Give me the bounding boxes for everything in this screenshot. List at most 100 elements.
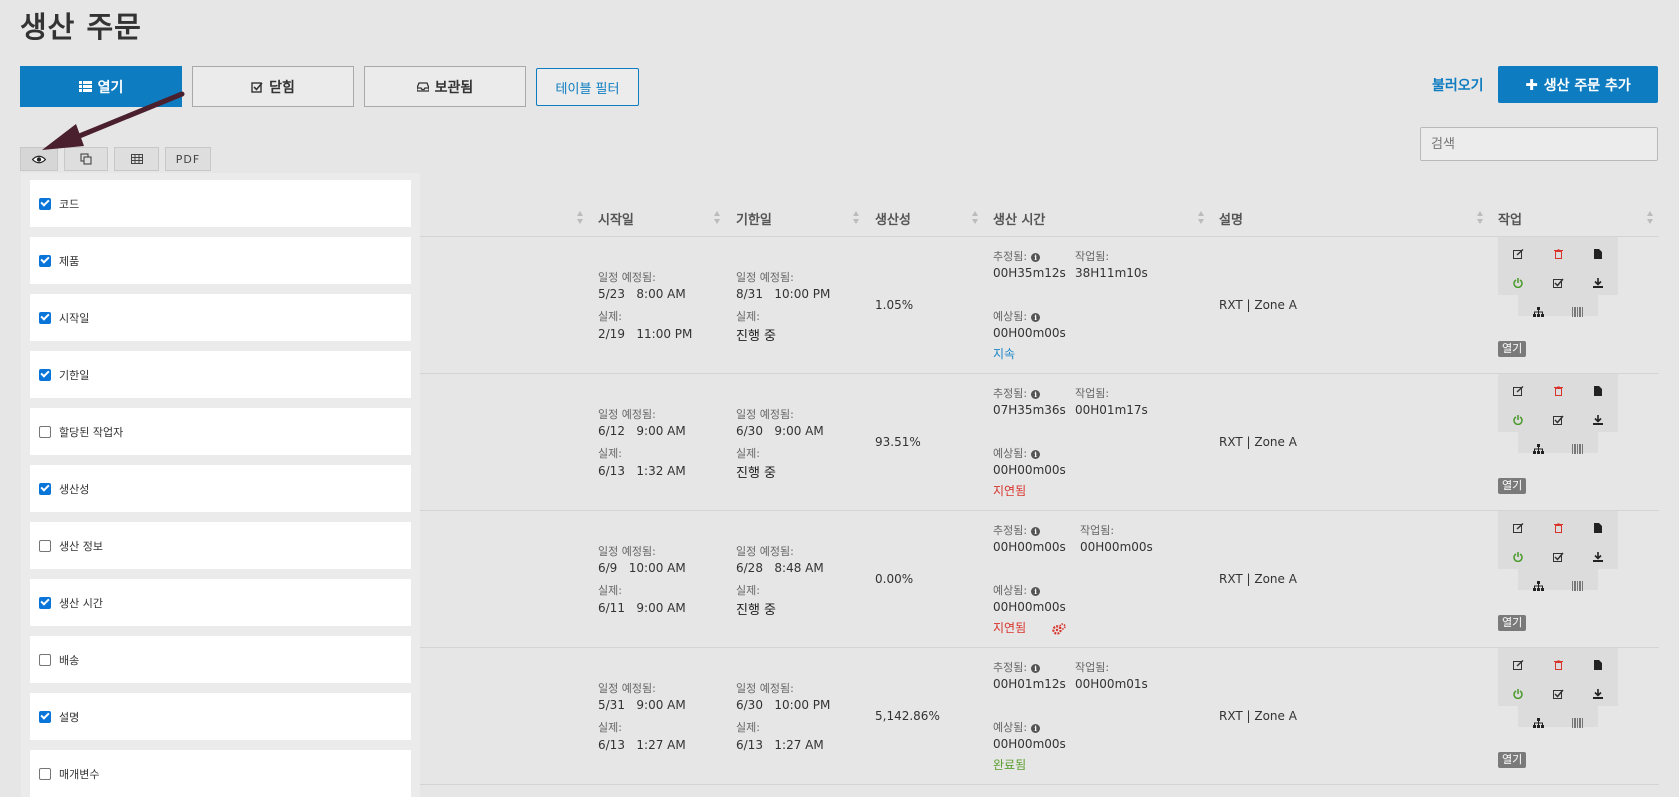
due-scheduled-value: 6/28 8:48 AM — [736, 561, 824, 575]
header-description[interactable]: 설명 — [1219, 209, 1243, 228]
sitemap-icon[interactable] — [1532, 306, 1544, 318]
column-option[interactable]: 매개변수 — [30, 750, 411, 797]
download-icon[interactable] — [1592, 551, 1604, 563]
sort-icon[interactable] — [972, 211, 979, 225]
column-checkbox[interactable] — [39, 425, 51, 438]
header-productivity[interactable]: 생산성 — [875, 209, 911, 228]
trash-icon[interactable] — [1552, 659, 1564, 671]
column-option[interactable]: 생산 시간 — [30, 579, 411, 626]
power-icon[interactable] — [1512, 551, 1524, 563]
sort-icon[interactable] — [1647, 211, 1654, 225]
column-option[interactable]: 생산 정보 — [30, 522, 411, 569]
copy-button[interactable] — [64, 147, 108, 171]
column-checkbox[interactable] — [39, 539, 51, 552]
table-filter-button[interactable]: 테이블 필터 — [536, 68, 639, 106]
check-square-icon[interactable] — [1552, 551, 1564, 563]
check-square-icon[interactable] — [1552, 277, 1564, 289]
column-checkbox[interactable] — [39, 197, 51, 210]
column-checkbox[interactable] — [39, 767, 51, 780]
column-checkbox[interactable] — [39, 311, 51, 324]
estimated-value: 07H35m36s — [993, 403, 1066, 417]
sort-icon[interactable] — [853, 211, 860, 225]
column-visibility-button[interactable] — [20, 147, 58, 171]
import-button[interactable]: 불러오기 — [1432, 75, 1484, 95]
tab-open[interactable]: 열기 — [20, 66, 182, 107]
column-checkbox[interactable] — [39, 482, 51, 495]
column-option-label: 생산성 — [59, 482, 90, 496]
sort-icon[interactable] — [714, 211, 721, 225]
add-production-order-button[interactable]: ✚ 생산 주문 추가 — [1498, 66, 1658, 103]
file-icon[interactable] — [1592, 385, 1604, 397]
column-checkbox[interactable] — [39, 653, 51, 666]
check-square-icon[interactable] — [1552, 414, 1564, 426]
actions-group — [1518, 698, 1598, 727]
column-option[interactable]: 기한일 — [30, 351, 411, 398]
barcode-icon[interactable] — [1572, 443, 1584, 455]
tab-archived[interactable]: 보관됨 — [364, 66, 526, 107]
excel-button[interactable] — [114, 147, 159, 171]
column-checkbox[interactable] — [39, 368, 51, 381]
column-option[interactable]: 생산성 — [30, 465, 411, 512]
info-icon[interactable]: i — [1031, 449, 1041, 459]
sort-icon[interactable] — [1198, 211, 1205, 225]
header-start-date[interactable]: 시작일 — [598, 209, 634, 228]
info-icon[interactable]: i — [1031, 586, 1041, 596]
due-scheduled-label: 일정 예정됨: — [736, 408, 794, 421]
edit-icon[interactable] — [1512, 522, 1524, 534]
pdf-button[interactable]: PDF — [165, 147, 211, 171]
worked-value: 38H11m10s — [1075, 266, 1148, 280]
sort-icon[interactable] — [1477, 211, 1484, 225]
power-icon[interactable] — [1512, 688, 1524, 700]
sitemap-icon[interactable] — [1532, 580, 1544, 592]
due-actual-label: 실제: — [736, 447, 760, 460]
barcode-icon[interactable] — [1572, 306, 1584, 318]
trash-icon[interactable] — [1552, 248, 1564, 260]
info-icon[interactable]: i — [1031, 252, 1041, 262]
info-icon[interactable]: i — [1031, 389, 1041, 399]
file-icon[interactable] — [1592, 659, 1604, 671]
sort-icon[interactable] — [577, 211, 584, 225]
trash-icon[interactable] — [1552, 522, 1564, 534]
edit-icon[interactable] — [1512, 659, 1524, 671]
sitemap-icon[interactable] — [1532, 443, 1544, 455]
column-option[interactable]: 제품 — [30, 237, 411, 284]
info-icon[interactable]: i — [1031, 663, 1041, 673]
due-actual-value: 진행 중 — [736, 329, 777, 344]
sitemap-icon[interactable] — [1532, 717, 1544, 729]
barcode-icon[interactable] — [1572, 580, 1584, 592]
column-checkbox[interactable] — [39, 710, 51, 723]
download-icon[interactable] — [1592, 414, 1604, 426]
column-checkbox[interactable] — [39, 596, 51, 609]
trash-icon[interactable] — [1552, 385, 1564, 397]
download-icon[interactable] — [1592, 688, 1604, 700]
column-option[interactable]: 코드 — [30, 180, 411, 227]
header-production-time[interactable]: 생산 시간 — [993, 209, 1045, 228]
check-square-icon[interactable] — [1552, 688, 1564, 700]
column-option[interactable]: 설명 — [30, 693, 411, 740]
column-option[interactable]: 배송 — [30, 636, 411, 683]
barcode-icon[interactable] — [1572, 717, 1584, 729]
column-option-label: 코드 — [59, 197, 80, 211]
power-icon[interactable] — [1512, 414, 1524, 426]
edit-icon[interactable] — [1512, 385, 1524, 397]
info-icon[interactable]: i — [1031, 312, 1041, 322]
header-actions[interactable]: 작업 — [1498, 209, 1522, 228]
estimated-value: 00H01m12s — [993, 677, 1066, 691]
tab-closed[interactable]: 닫힘 — [192, 66, 354, 107]
power-icon[interactable] — [1512, 277, 1524, 289]
edit-icon[interactable] — [1512, 248, 1524, 260]
estimated-label: 추정됨: i — [993, 385, 1041, 401]
info-icon[interactable]: i — [1031, 526, 1041, 536]
column-option[interactable]: 시작일 — [30, 294, 411, 341]
info-icon[interactable]: i — [1031, 723, 1041, 733]
search-input[interactable] — [1420, 127, 1658, 161]
file-icon[interactable] — [1592, 522, 1604, 534]
estimated-label-text: 추정됨: — [993, 661, 1028, 674]
header-due-date[interactable]: 기한일 — [736, 209, 772, 228]
file-icon[interactable] — [1592, 248, 1604, 260]
download-icon[interactable] — [1592, 277, 1604, 289]
column-option[interactable]: 할당된 작업자 — [30, 408, 411, 455]
column-option-label: 기한일 — [59, 368, 90, 382]
worked-label: 작업됨: — [1080, 524, 1115, 537]
column-checkbox[interactable] — [39, 254, 51, 267]
